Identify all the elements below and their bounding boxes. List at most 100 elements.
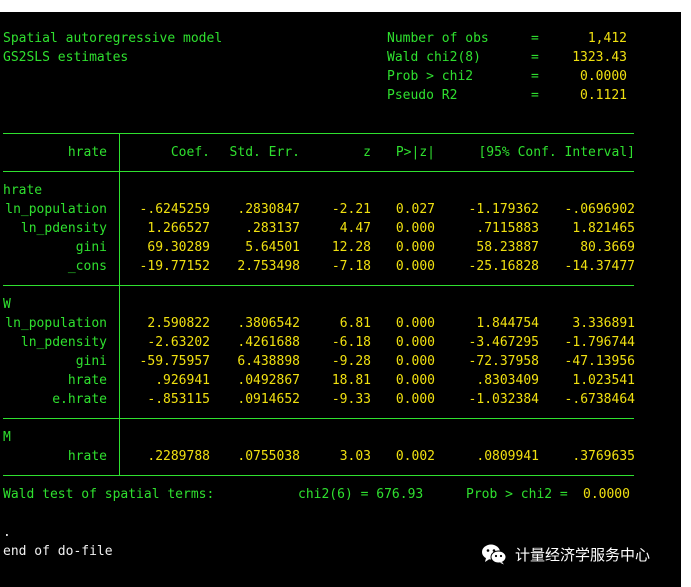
wald-test-prob-label: Prob > chi2 = [466,487,568,502]
estimator-label: GS2SLS estimates [3,50,129,65]
cell-z: -7.18 [331,259,371,274]
cell-se: .4261688 [237,335,300,350]
variable-name: hrate [67,373,107,388]
variable-name: ln_population [5,202,107,217]
cell-lo: -3.467295 [468,335,539,350]
cell-lo: .8303409 [476,373,539,388]
cell-hi: .3769635 [572,449,635,464]
cell-coef: -2.63202 [147,335,210,350]
cell-se: 5.64501 [245,240,300,255]
cell-hi: 1.821465 [572,221,635,236]
stat-value: 0.0000 [580,69,627,84]
stat-equals: = [531,50,539,65]
cell-coef: -19.77152 [139,259,210,274]
variable-name: ln_pdensity [20,335,107,350]
cell-coef: 2.590822 [147,316,210,331]
cell-z: -2.21 [331,202,371,217]
model-title: Spatial autoregressive model [3,31,223,46]
stat-equals: = [531,88,539,103]
variable-name: ln_population [5,316,107,331]
watermark: 计量经济学服务中心 [481,542,650,566]
cell-se: 6.438898 [237,354,300,369]
stat-label: Number of obs [387,31,489,46]
cell-lo: 58.23887 [476,240,539,255]
stat-equals: = [531,31,539,46]
variable-name: e.hrate [52,392,107,407]
stat-value: 1323.43 [572,50,627,65]
col-header-stderr: Std. Err. [229,145,300,160]
cell-se: .0914652 [237,392,300,407]
stat-label: Prob > chi2 [387,69,474,84]
window-top-strip [0,0,691,12]
cell-z: 4.47 [339,221,371,236]
equation-title: W [3,297,11,312]
cell-hi: -.0696902 [564,202,635,217]
cell-p: 0.000 [395,259,435,274]
equation-title: M [3,430,11,445]
variable-name: _cons [67,259,107,274]
table-bottom-rule [3,475,634,476]
cell-coef: 69.30289 [147,240,210,255]
table-column-divider [119,133,120,476]
cell-hi: -14.37477 [564,259,635,274]
cell-se: .3806542 [237,316,300,331]
cell-z: 6.81 [339,316,371,331]
end-of-dofile: end of do-file [3,544,113,559]
cell-hi: -.6738464 [564,392,635,407]
block-separator-rule [3,285,634,286]
cell-hi: 1.023541 [572,373,635,388]
cell-lo: .0809941 [476,449,539,464]
cell-z: -9.28 [331,354,371,369]
scrollbar-edge[interactable] [681,12,691,587]
cell-p: 0.000 [395,373,435,388]
cell-lo: -72.37958 [468,354,539,369]
cell-coef: .2289788 [147,449,210,464]
cell-p: 0.000 [395,240,435,255]
screen: Spatial autoregressive model GS2SLS esti… [0,0,691,587]
variable-name: ln_pdensity [20,221,107,236]
cell-coef: -.853115 [147,392,210,407]
cell-p: 0.000 [395,316,435,331]
watermark-text: 计量经济学服务中心 [515,545,651,564]
cell-coef: 1.266527 [147,221,210,236]
cell-se: .0492867 [237,373,300,388]
cell-z: 18.81 [331,373,371,388]
cell-p: 0.000 [395,335,435,350]
cell-p: 0.000 [395,221,435,236]
stat-label: Wald chi2(8) [387,50,481,65]
cell-z: 12.28 [331,240,371,255]
stat-equals: = [531,69,539,84]
cell-p: 0.002 [395,449,435,464]
col-header-coef: Coef. [170,145,210,160]
variable-name: hrate [67,449,107,464]
cell-se: .283137 [245,221,300,236]
wald-test-prob-value: 0.0000 [583,487,630,502]
cell-se: .2830847 [237,202,300,217]
block-separator-rule [3,418,634,419]
cell-hi: 80.3669 [580,240,635,255]
depvar-header: hrate [67,145,107,160]
cell-p: 0.000 [395,392,435,407]
wald-test-label: Wald test of spatial terms: [3,487,215,502]
col-header-ci: [95% Conf. Interval] [478,145,635,160]
stat-label: Pseudo R2 [387,88,458,103]
cell-z: -6.18 [331,335,371,350]
command-dot: . [3,525,11,540]
cell-z: 3.03 [339,449,371,464]
results-console[interactable]: Spatial autoregressive model GS2SLS esti… [0,12,681,587]
cell-lo: -1.032384 [468,392,539,407]
cell-coef: -59.75957 [139,354,210,369]
table-top-rule [3,133,634,134]
equation-title: hrate [3,183,43,198]
cell-hi: -47.13956 [564,354,635,369]
cell-lo: 1.844754 [476,316,539,331]
cell-lo: -25.16828 [468,259,539,274]
cell-lo: -1.179362 [468,202,539,217]
cell-hi: 3.336891 [572,316,635,331]
cell-coef: .926941 [155,373,210,388]
wald-test-chi2: chi2(6) = 676.93 [298,487,424,502]
cell-se: 2.753498 [237,259,300,274]
wechat-icon [482,544,507,565]
cell-hi: -1.796744 [564,335,635,350]
stat-value: 0.1121 [580,88,627,103]
